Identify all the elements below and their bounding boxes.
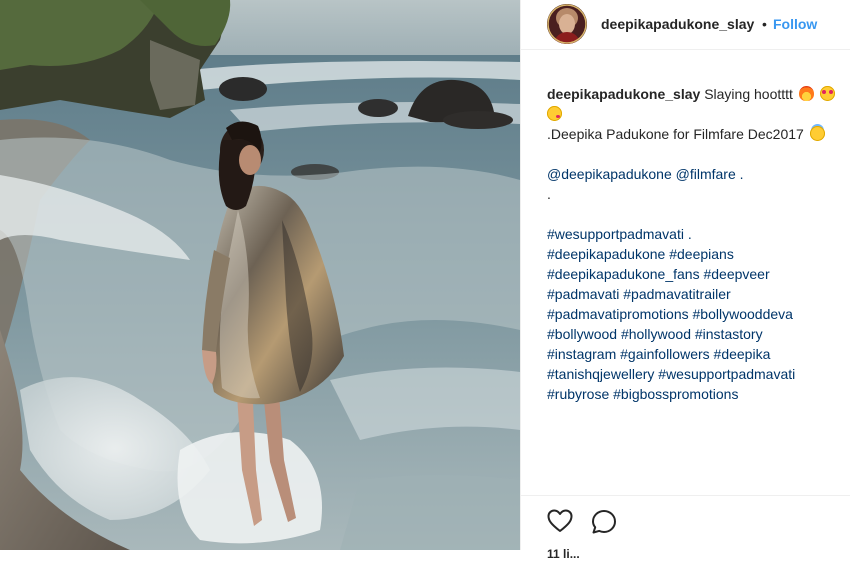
hashtag-line[interactable]: #tanishqjewellery #wesupportpadmavati: [547, 364, 845, 384]
hashtag-line[interactable]: #bollywood #hollywood #instastory: [547, 324, 845, 344]
header-separator: •: [762, 16, 767, 32]
smiling-halo-emoji-icon: [809, 126, 825, 141]
caption-emoji-line: [547, 104, 845, 124]
caption-first-line: deepikapadukone_slay Slaying hootttt: [547, 84, 845, 104]
follow-button[interactable]: Follow: [773, 16, 817, 32]
avatar-image: [547, 4, 587, 44]
post-caption: deepikapadukone_slay Slaying hootttt .De…: [547, 84, 845, 404]
caption-mentions[interactable]: @deepikapadukone @filmfare .: [547, 164, 845, 184]
avatar[interactable]: [547, 4, 587, 44]
caption-credit-line: .Deepika Padukone for Filmfare Dec2017: [547, 124, 845, 144]
fire-emoji-icon: [798, 86, 814, 101]
hashtag-line[interactable]: #deepikapadukone_fans #deepveer: [547, 264, 845, 284]
caption-text: Slaying hootttt: [704, 86, 793, 102]
hashtag-line[interactable]: #rubyrose #bigbosspromotions: [547, 384, 845, 404]
hashtag-line[interactable]: #wesupportpadmavati .: [547, 224, 845, 244]
like-button[interactable]: [547, 509, 573, 538]
caption-username[interactable]: deepikapadukone_slay: [547, 86, 700, 102]
hashtag-line[interactable]: #padmavatipromotions #bollywooddeva: [547, 304, 845, 324]
likes-count[interactable]: 11 li...: [547, 547, 580, 561]
heart-icon: [547, 509, 573, 532]
header-username[interactable]: deepikapadukone_slay: [601, 16, 754, 32]
comment-icon: [592, 510, 616, 534]
comment-button[interactable]: [591, 509, 617, 540]
beach-scene-image: [0, 0, 520, 550]
post-photo[interactable]: [0, 0, 520, 550]
hashtag-line[interactable]: #padmavati #padmavatitrailer: [547, 284, 845, 304]
caption-credit-text: .Deepika Padukone for Filmfare Dec2017: [547, 126, 804, 142]
kissing-emoji-icon: [547, 106, 562, 121]
post-header: deepikapadukone_slay • Follow: [521, 0, 850, 50]
post-side-panel: deepikapadukone_slay • Follow deepikapad…: [520, 0, 850, 561]
heart-eyes-emoji-icon: [819, 86, 835, 101]
caption-dot: .: [547, 186, 551, 202]
post-actions: 11 li...: [521, 495, 850, 561]
hashtag-line[interactable]: #deepikapadukone #deepians: [547, 244, 845, 264]
hashtag-line[interactable]: #instagram #gainfollowers #deepika: [547, 344, 845, 364]
